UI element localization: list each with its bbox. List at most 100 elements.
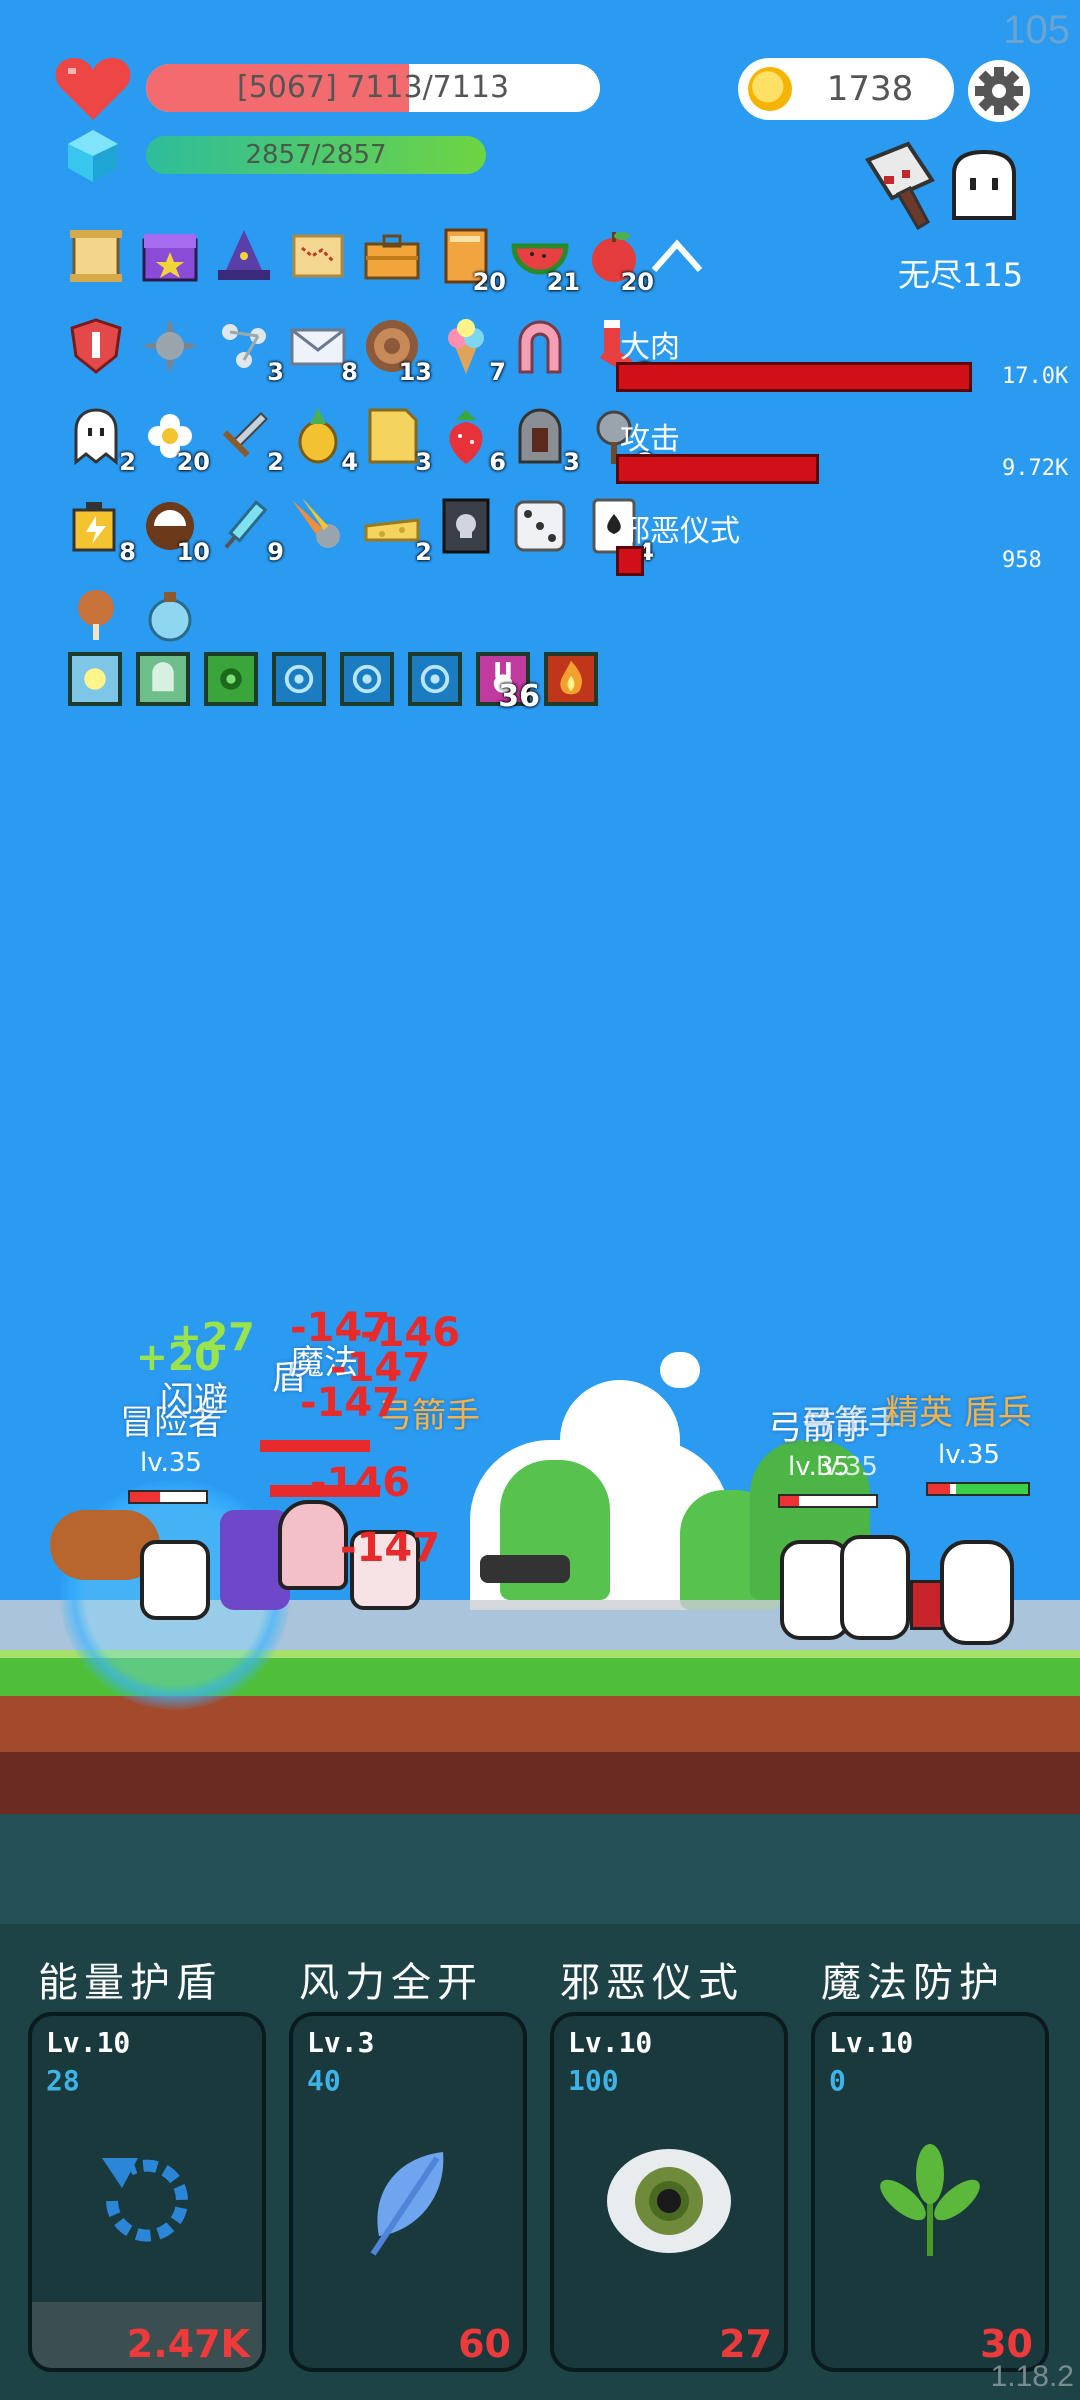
player-mana-text: 2857/2857	[245, 140, 387, 170]
cleaver-icon[interactable]	[858, 140, 946, 230]
elite-shield-level: lv.35	[938, 1440, 1000, 1470]
syringe-icon[interactable]: 9	[214, 496, 284, 566]
coin-icon	[748, 67, 792, 111]
skill-mana-cost: 28	[46, 2064, 80, 2097]
drumstick-icon[interactable]	[66, 586, 126, 646]
molecule-icon[interactable]: 3	[214, 316, 284, 386]
ghost-buff-icon[interactable]	[136, 652, 190, 706]
wizard-hat-icon[interactable]	[214, 226, 274, 286]
magnet-icon[interactable]	[510, 316, 570, 376]
spiked-ball-icon[interactable]	[140, 316, 200, 376]
paper-icon[interactable]: 3	[362, 406, 432, 476]
buff-count: 36	[498, 679, 540, 714]
item-count: 3	[267, 358, 284, 386]
feather-icon	[343, 2136, 473, 2266]
skill-card-1[interactable]: Lv.10 28 2.47K	[28, 2012, 266, 2372]
ice-cream-icon[interactable]: 7	[436, 316, 506, 386]
player-mana-bar: 2857/2857	[146, 136, 486, 174]
pineapple-icon[interactable]: 4	[288, 406, 358, 476]
rabbit-buff-icon[interactable]: 36	[476, 652, 540, 714]
coin-counter[interactable]: 1738	[738, 58, 954, 120]
strawberry-icon[interactable]: 6	[436, 406, 506, 476]
pink-ally	[278, 1500, 348, 1590]
item-count: 2	[415, 538, 432, 566]
shield-icon[interactable]	[66, 316, 126, 376]
item-count: 4	[341, 448, 358, 476]
swirl-buff-icon[interactable]	[340, 652, 394, 706]
flower-icon[interactable]: 20	[140, 406, 210, 476]
chest-icon[interactable]	[140, 226, 200, 286]
chevron-up-icon[interactable]	[650, 238, 704, 274]
item-count: 3	[415, 448, 432, 476]
heal-number: +20	[136, 1335, 221, 1379]
enemy-archer-hp-bar	[778, 1494, 878, 1508]
watermelon-icon[interactable]: 21	[510, 226, 580, 296]
dice-icon[interactable]	[510, 496, 570, 556]
ally-hp-bar	[270, 1485, 380, 1497]
damage-stat-value: 958	[1002, 548, 1042, 573]
target-icon[interactable]: 13	[362, 316, 432, 386]
skull-book-icon[interactable]	[436, 496, 496, 556]
skill-level: Lv.10	[568, 2026, 653, 2059]
skill-card-3[interactable]: Lv.10 100 27	[550, 2012, 788, 2372]
gear-buff-icon[interactable]	[204, 652, 258, 706]
damage-stat-value: 17.0K	[1002, 364, 1069, 389]
skill-card-4[interactable]: Lv.10 0 30	[811, 2012, 1049, 2372]
cloud	[660, 1352, 700, 1388]
skill-panel-band	[0, 1814, 1080, 1924]
arrow-projectile	[480, 1555, 570, 1583]
dodge-label: 闪避	[160, 1380, 228, 1420]
envelope-icon[interactable]: 8	[288, 316, 358, 386]
enemy-archer	[840, 1535, 910, 1640]
potion-icon[interactable]	[140, 586, 200, 646]
player-hp-text: [5067] 7113/7113	[236, 70, 510, 105]
player-hp-bar: [5067] 7113/7113	[146, 64, 600, 112]
item-count: 8	[341, 358, 358, 386]
item-count: 10	[176, 538, 210, 566]
item-count: 20	[176, 448, 210, 476]
item-count: 3	[563, 448, 580, 476]
item-count: 2	[267, 448, 284, 476]
swirl-buff-icon[interactable]	[408, 652, 462, 706]
ally-hp-bar	[260, 1440, 370, 1452]
damage-stat-name: 邪恶仪式	[620, 514, 740, 549]
item-count: 6	[489, 448, 506, 476]
endless-mode-label: 无尽115	[898, 256, 1024, 294]
swirl-buff-icon[interactable]	[272, 652, 326, 706]
item-count: 13	[398, 358, 432, 386]
adventurer-level: lv.35	[140, 1448, 202, 1478]
apple-icon[interactable]: 20	[584, 226, 654, 296]
skill-cooldown: 60	[458, 2322, 511, 2366]
scroll-icon[interactable]	[66, 226, 126, 286]
adventurer-hero	[140, 1540, 210, 1620]
skill-card-2[interactable]: Lv.3 40 60	[289, 2012, 527, 2372]
settings-gear-icon[interactable]	[966, 58, 1032, 124]
skill-name: 风力全开	[299, 1960, 483, 2006]
coconut-icon[interactable]: 10	[140, 496, 210, 566]
sword-icon[interactable]: 2	[214, 406, 284, 476]
fire-buff-icon[interactable]	[544, 652, 598, 706]
briefcase-icon[interactable]	[362, 226, 422, 286]
skill-mana-cost: 40	[307, 2064, 341, 2097]
damage-number: -146	[310, 1460, 411, 1506]
item-count: 7	[489, 358, 506, 386]
item-count: 20	[472, 268, 506, 296]
ground-dirt-dark	[0, 1752, 1080, 1814]
ghost-companion-icon[interactable]	[946, 148, 1022, 224]
skill-level: Lv.3	[307, 2026, 375, 2059]
damage-stat-name: 攻击	[620, 422, 680, 457]
enemy-archer-level: lv.35	[816, 1452, 878, 1482]
item-count: 2	[119, 448, 136, 476]
ghost-icon[interactable]: 2	[66, 406, 136, 476]
meteor-icon[interactable]	[288, 496, 348, 556]
tombstone-icon[interactable]: 3	[510, 406, 580, 476]
book-icon[interactable]: 20	[436, 226, 506, 296]
damage-stat-bar	[616, 362, 972, 392]
cheese-icon[interactable]: 2	[362, 496, 432, 566]
light-buff-icon[interactable]	[68, 652, 122, 706]
damage-number: -147	[340, 1525, 441, 1571]
treasure-map-icon[interactable]	[288, 226, 348, 286]
skill-mana-cost: 100	[568, 2064, 619, 2097]
battery-icon[interactable]: 8	[66, 496, 136, 566]
damage-stat-bar	[616, 546, 644, 576]
